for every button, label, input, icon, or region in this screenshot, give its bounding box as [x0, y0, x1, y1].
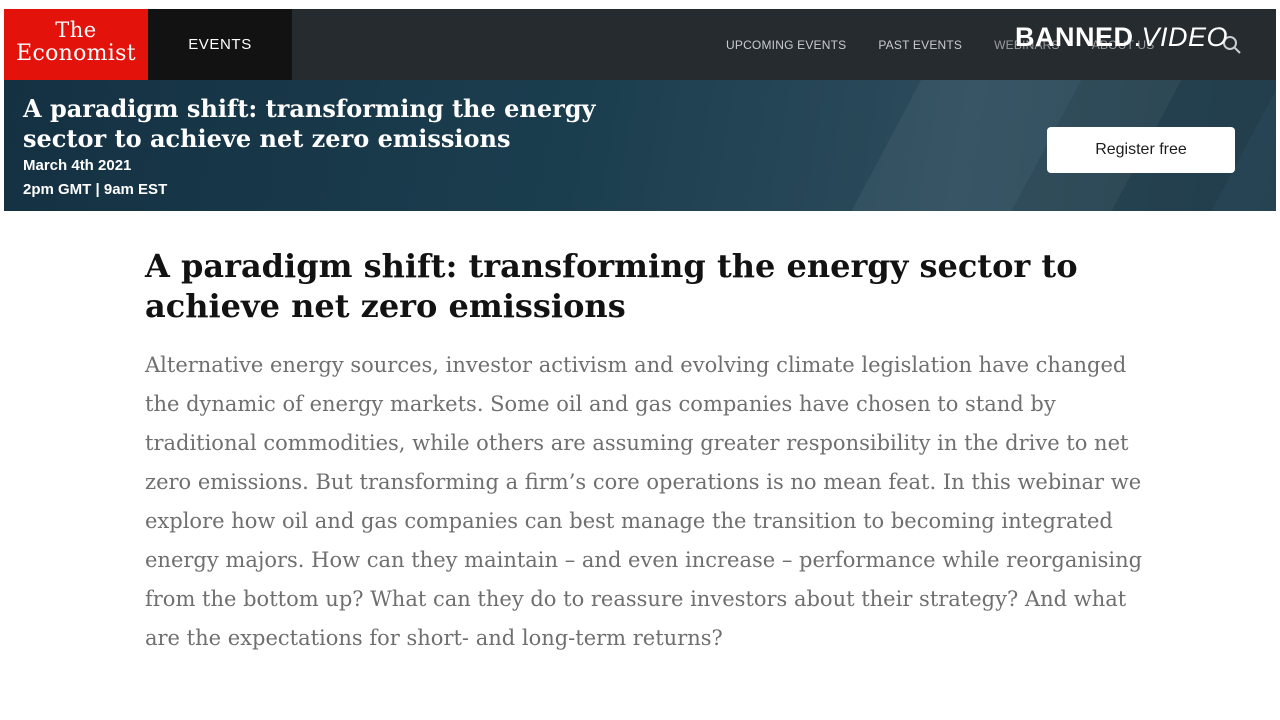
- page-title: A paradigm shift: transforming the energ…: [145, 247, 1078, 325]
- logo-line-1: The: [55, 18, 97, 42]
- watermark-part-2: VIDEO: [1141, 22, 1229, 52]
- watermark-dot: .: [1133, 22, 1142, 52]
- event-banner: A paradigm shift: transforming the energ…: [4, 80, 1276, 211]
- nav-past-events[interactable]: PAST EVENTS: [878, 38, 962, 52]
- watermark-part-1: BANNED: [1015, 22, 1134, 52]
- nav-upcoming-events[interactable]: UPCOMING EVENTS: [726, 38, 846, 52]
- logo-line-2: Economist: [16, 41, 136, 66]
- economist-logo[interactable]: The Economist: [4, 9, 148, 80]
- event-date: March 4th 2021: [23, 157, 132, 174]
- event-description: Alternative energy sources, investor act…: [145, 353, 1143, 650]
- register-free-button[interactable]: Register free: [1047, 127, 1235, 173]
- banned-video-watermark: BANNED.VIDEO: [1015, 20, 1228, 55]
- event-time: 2pm GMT | 9am EST: [23, 181, 168, 198]
- banner-title: A paradigm shift: transforming the energ…: [23, 94, 596, 153]
- events-section-tab[interactable]: EVENTS: [148, 9, 292, 80]
